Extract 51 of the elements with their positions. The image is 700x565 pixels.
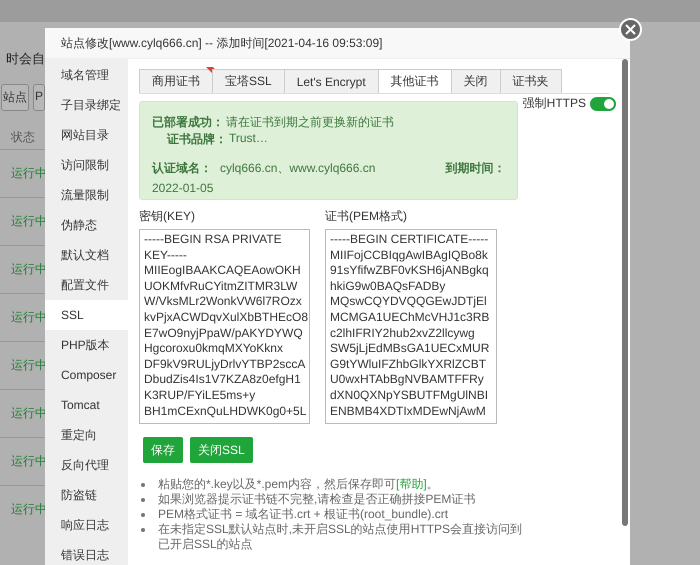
note-text: 如果浏览器提示证书链不完整,请检查是否正确拼接PEM证书	[158, 492, 476, 507]
sidebar-item[interactable]: 伪静态	[45, 210, 128, 240]
field-value: cylq666.cn、www.cylq666.cn	[220, 160, 376, 177]
field-label: 到期时间：	[445, 160, 506, 177]
background-button[interactable]: P	[32, 84, 45, 111]
sidebar-item[interactable]: 访问限制	[45, 150, 128, 180]
sidebar-item[interactable]: 反向代理	[45, 450, 128, 480]
field-label: 证书品牌：	[167, 131, 227, 148]
field-value: Trust…	[229, 131, 268, 147]
sidebar-item[interactable]: 重定向	[45, 420, 128, 450]
note-text: 粘贴您的*.key以及*.pem内容，然后保存即可[帮助]。	[158, 477, 439, 492]
sidebar-item[interactable]: 默认文档	[45, 240, 128, 270]
bullet-icon	[141, 498, 145, 502]
sidebar-item[interactable]: 子目录绑定	[45, 90, 128, 120]
bullet-icon	[141, 483, 145, 487]
close-icon	[625, 24, 636, 35]
bullet-icon	[141, 513, 145, 517]
toggle-label: 强制HTTPS	[522, 95, 586, 112]
field-value: 请在证书到期之前更换新的证书	[226, 114, 394, 131]
tab[interactable]: Let's Encrypt	[284, 69, 379, 93]
field-label: 认证域名：	[152, 160, 212, 177]
certificate-textarea[interactable]: -----BEGIN CERTIFICATE----- MIIFojCCBIqgAwIBAgIQBo8k 91sYfifwZBF0vKSH6jANBgkq hkiG9w0BAQsFADBy MQswCQYDVQQGEwJDTjEl MCMGA1UEChMcVHJ1c3RB c2lhIFRIY2hub2xvZ2llcywg SW5jLjEdMBsGA1UECxMUR G9tYWluIFZhbGlkYXRlZCBT U0wxHTAbBgNVBAMTFFRy dXN0QXNpYSBUTFMgUlNBI ENBMB4XDTIxMDEwNjAwM	[325, 229, 497, 424]
field-value: 2022-01-05	[152, 181, 214, 195]
field-label: 证书(PEM格式)	[325, 208, 408, 225]
sidebar-item[interactable]: 错误日志	[45, 540, 128, 565]
field-label: 已部署成功：	[152, 114, 224, 131]
note-text: PEM格式证书 = 域名证书.crt + 根证书(root_bundle).crt	[158, 507, 448, 522]
tab[interactable]: 宝塔SSL	[212, 69, 285, 93]
note-text: 在未指定SSL默认站点时,未开启SSL的站点使用HTTPS会直接访问到已开启SSL的站点	[158, 522, 524, 552]
column-header: 状态	[11, 129, 36, 146]
sidebar-item[interactable]: 配置文件	[45, 270, 128, 300]
banner-text: 时会自	[5, 50, 45, 68]
sidebar-item[interactable]: Composer	[45, 360, 128, 390]
sidebar-item[interactable]: PHP版本	[45, 330, 128, 360]
dialog-title: 站点修改[www.cylq666.cn] -- 添加时间[2021-04-16 09:53:09]	[45, 28, 630, 59]
sidebar-item[interactable]: 流量限制	[45, 180, 128, 210]
sidebar-item[interactable]: 响应日志	[45, 510, 128, 540]
key-textarea[interactable]: -----BEGIN RSA PRIVATE KEY----- MIIEogIBAAKCAQEAowOKH UOKMfvRuCYitmZITMR3LW W/VksMLr2WonkVW6l7ROzx kvPjxACWDqvXulXbBTHEcO8 E7wO9nyjPpaW/pAKYDYWQ Hgcoroxu0kmqMXYoKknx DF9kV9RULjyDrlvYTBP2sccA DbudZis4Is1V7KZA8z0efgH1 K3RUP/FYiLE5ms+y BH1mCExnQuLHDWK0g0+5L	[139, 229, 310, 424]
tab[interactable]: 商用证书	[139, 69, 213, 93]
sidebar-item[interactable]: Tomcat	[45, 390, 128, 420]
https-toggle[interactable]	[590, 96, 616, 110]
bullet-icon	[141, 528, 145, 532]
sidebar-item[interactable]: 域名管理	[45, 60, 128, 90]
scrollbar[interactable]	[622, 59, 628, 526]
tab[interactable]: 关闭	[450, 69, 501, 93]
field-label: 密钥(KEY)	[139, 208, 196, 225]
sidebar-item[interactable]: SSL	[45, 300, 128, 330]
sidebar-item[interactable]: 网站目录	[45, 120, 128, 150]
tab[interactable]: 证书夹	[500, 69, 562, 93]
sidebar-item[interactable]: 防盗链	[45, 480, 128, 510]
background-button[interactable]: 站点	[0, 84, 29, 111]
